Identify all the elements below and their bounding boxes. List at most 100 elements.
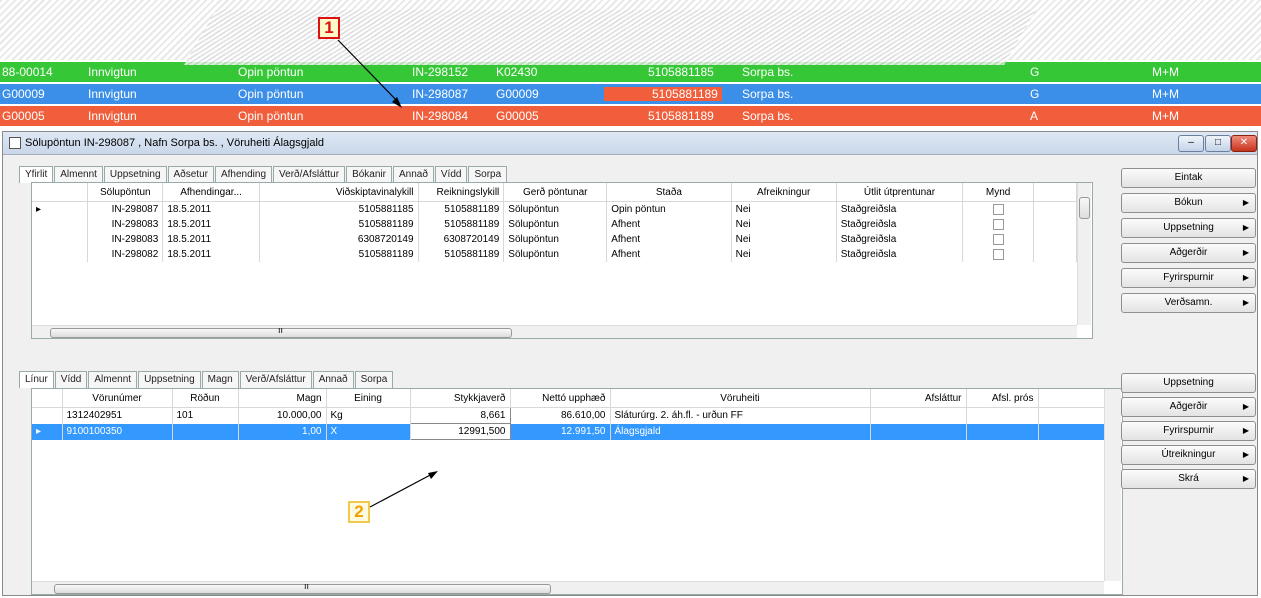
picture-checkbox[interactable] [992,248,1004,260]
lines-tab-1[interactable]: Vídd [54,371,88,388]
line-action-button-2[interactable]: Fyrirspurnir ▶ [1121,421,1256,441]
button-label: Fyrirspurnir [1163,425,1214,436]
grid-cell[interactable]: 101 [172,407,239,424]
column-header[interactable]: Útlit útprentunar [836,183,964,202]
grid-cell-checkbox[interactable] [962,201,1034,217]
button-label: Aðgerðir [1169,401,1208,412]
grid-cell-checkbox[interactable] [962,232,1034,247]
grid-cell[interactable]: 86.610,00 [510,407,611,424]
grid-cell[interactable]: Álagsgjald [610,423,871,440]
top-action-button-4[interactable]: Fyrirspurnir ▶ [1121,268,1256,288]
picture-checkbox[interactable] [992,233,1004,245]
picture-checkbox[interactable] [992,203,1004,215]
top-action-button-5[interactable]: Verðsamn. ▶ [1121,293,1256,313]
header-grid-row[interactable]: IN-298082 18.5.2011 5105881189 5105881189 Sö… [32,247,1077,262]
top-action-button-0[interactable]: Eintak [1121,168,1256,188]
header-grid-row[interactable]: ▸ IN-298087 18.5.2011 5105881185 5105881189 S… [32,201,1077,217]
line-action-button-0[interactable]: Uppsetning [1121,373,1256,393]
maximize-button[interactable]: □ [1205,135,1231,152]
column-header[interactable]: Afhendingar... [162,183,260,202]
lines-vscrollbar[interactable] [1104,389,1121,581]
grid-cell[interactable] [870,423,967,440]
column-header[interactable]: Sölupöntun [87,183,164,202]
line-action-button-3[interactable]: Útreikningur ▶ [1121,445,1256,465]
grid-cell[interactable]: X [326,423,411,440]
grid-cell[interactable] [966,423,1039,440]
header-tab-4[interactable]: Afhending [214,166,273,183]
background-cell: Sorpa bs. [742,65,794,79]
column-header[interactable]: Röðun [172,389,239,408]
header-tab-9[interactable]: Sorpa [468,166,508,183]
header-tab-0[interactable]: Yfirlit [19,166,54,183]
minimize-button[interactable]: – [1178,135,1204,152]
header-tab-3[interactable]: Aðsetur [167,166,214,183]
line-action-button-4[interactable]: Skrá ▶ [1121,469,1256,489]
header-tab-6[interactable]: Bókanir [346,166,392,183]
column-header[interactable]: Nettó upphæð [510,389,611,408]
grid-cell-checkbox[interactable] [962,217,1034,232]
column-header[interactable]: Afsláttur [870,389,967,408]
grid-cell[interactable]: 10.000,00 [238,407,327,424]
lines-tab-3[interactable]: Uppsetning [138,371,201,388]
grid-cell[interactable]: 1,00 [238,423,327,440]
line-action-button-1[interactable]: Aðgerðir ▶ [1121,397,1256,417]
column-header[interactable]: Vöruheiti [610,389,871,408]
button-label: Útreikningur [1161,449,1216,460]
grid-cell: 18.5.2011 [162,201,260,217]
header-tab-1[interactable]: Almennt [54,166,103,183]
header-vscrollbar[interactable] [1077,183,1091,325]
background-grid-row: G00005 Innvigtun Opin pöntun IN-298084 G0000… [0,106,1261,126]
close-button[interactable]: ✕ [1231,135,1257,152]
header-tab-2[interactable]: Uppsetning [103,166,167,183]
lines-tab-4[interactable]: Magn [201,371,239,388]
grid-cell-checkbox[interactable] [962,247,1034,262]
lines-tab-7[interactable]: Sorpa [354,371,394,388]
lines-grid-row[interactable]: ▸ 9100100350 1,00 X 12991,500 12.991,50 Álagsg… [32,423,1105,440]
column-header[interactable]: Staða [606,183,732,202]
top-action-button-3[interactable]: Aðgerðir ▶ [1121,243,1256,263]
grid-cell[interactable]: 12991,500 [409,423,511,440]
column-header[interactable]: Vörunúmer [62,389,173,408]
column-header[interactable]: Magn [238,389,327,408]
lines-hscrollbar[interactable]: ıı [32,581,1104,594]
header-grid-row[interactable]: IN-298083 18.5.2011 5105881189 5105881189 Sö… [32,217,1077,232]
header-tab-5[interactable]: Verð/Afsláttur [273,166,346,183]
column-header[interactable]: Afreikningur [731,183,837,202]
picture-checkbox[interactable] [992,218,1004,230]
arrow-1 [337,39,402,108]
top-action-button-1[interactable]: Bókun ▶ [1121,193,1256,213]
scroll-thumb[interactable] [54,584,551,594]
dropdown-arrow-icon: ▶ [1242,426,1249,435]
column-header[interactable]: Afsl. prós [966,389,1039,408]
header-tab-8[interactable]: Vídd [434,166,468,183]
column-header[interactable]: Reikningslykill [418,183,505,202]
grid-cell[interactable]: 9100100350 [62,423,173,440]
column-header[interactable]: Mynd [962,183,1034,202]
lines-tab-5[interactable]: Verð/Afsláttur [239,371,312,388]
header-grid-row[interactable]: IN-298083 18.5.2011 6308720149 6308720149 Sö… [32,232,1077,247]
header-hscrollbar[interactable]: ıı [32,325,1077,338]
lines-tab-2[interactable]: Almennt [88,371,138,388]
grid-cell[interactable]: Kg [326,407,411,424]
button-label: Eintak [1174,172,1203,183]
grid-cell: 6308720149 [259,232,419,247]
column-header[interactable]: Eining [326,389,411,408]
grid-cell[interactable]: Sláturúrg. 2. áh.fl. - urðun FF [610,407,871,424]
grid-cell[interactable] [966,407,1039,424]
column-header[interactable]: Stykkjaverð [410,389,511,408]
grid-cell: 5105881189 [418,201,505,217]
grid-cell[interactable]: 1312402951 [62,407,173,424]
column-header[interactable]: Viðskiptavinalykill [259,183,419,202]
lines-tab-6[interactable]: Annað [312,371,354,388]
header-grid: Sölupöntun Afhendingar... Viðskiptavinalyk… [31,182,1093,339]
lines-grid-row[interactable]: 1312402951 101 10.000,00 Kg 8,661 86.610,00 Sl… [32,407,1105,424]
grid-cell[interactable] [172,423,239,440]
header-tab-7[interactable]: Annað [392,166,434,183]
top-action-button-2[interactable]: Uppsetning ▶ [1121,218,1256,238]
lines-tab-0[interactable]: Línur [19,371,54,388]
column-header[interactable]: Gerð pöntunar [503,183,608,202]
grid-cell[interactable]: 12.991,50 [510,423,611,440]
grid-cell[interactable]: 8,661 [409,407,511,424]
grid-cell[interactable] [870,407,967,424]
button-label: Fyrirspurnir [1163,272,1214,283]
